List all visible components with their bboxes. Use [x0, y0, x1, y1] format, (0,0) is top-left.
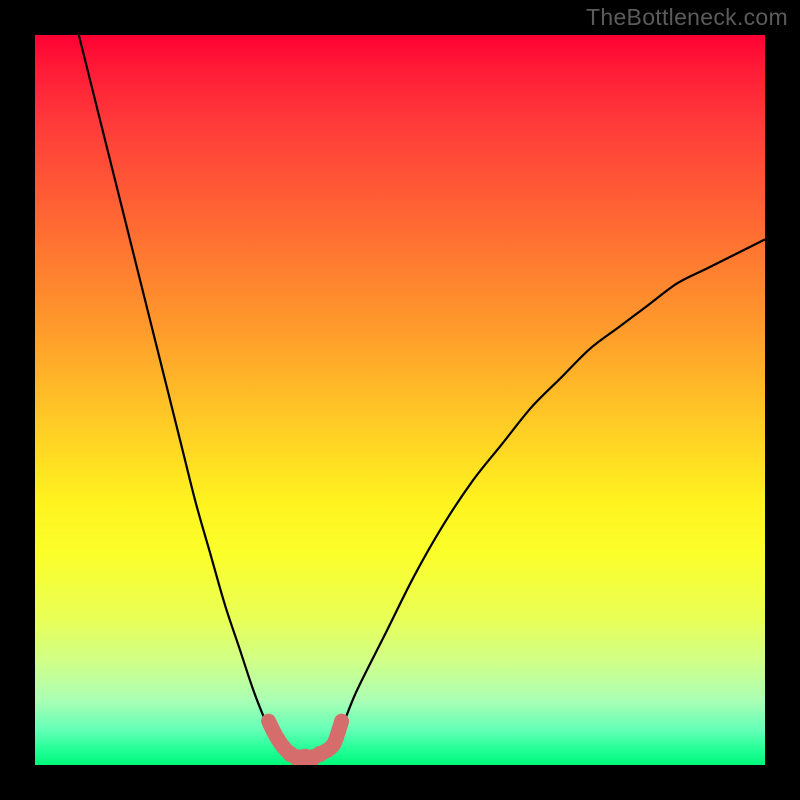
curve-left-branch — [79, 35, 276, 743]
minimum-dot — [335, 715, 348, 728]
chart-frame: TheBottleneck.com — [0, 0, 800, 800]
minimum-dot — [262, 715, 275, 728]
bottleneck-curve-svg — [35, 35, 765, 765]
watermark-text: TheBottleneck.com — [586, 4, 788, 31]
minimum-dot — [327, 736, 341, 750]
minimum-dots-group — [262, 715, 348, 765]
plot-area — [35, 35, 765, 765]
curve-right-branch — [334, 239, 765, 743]
